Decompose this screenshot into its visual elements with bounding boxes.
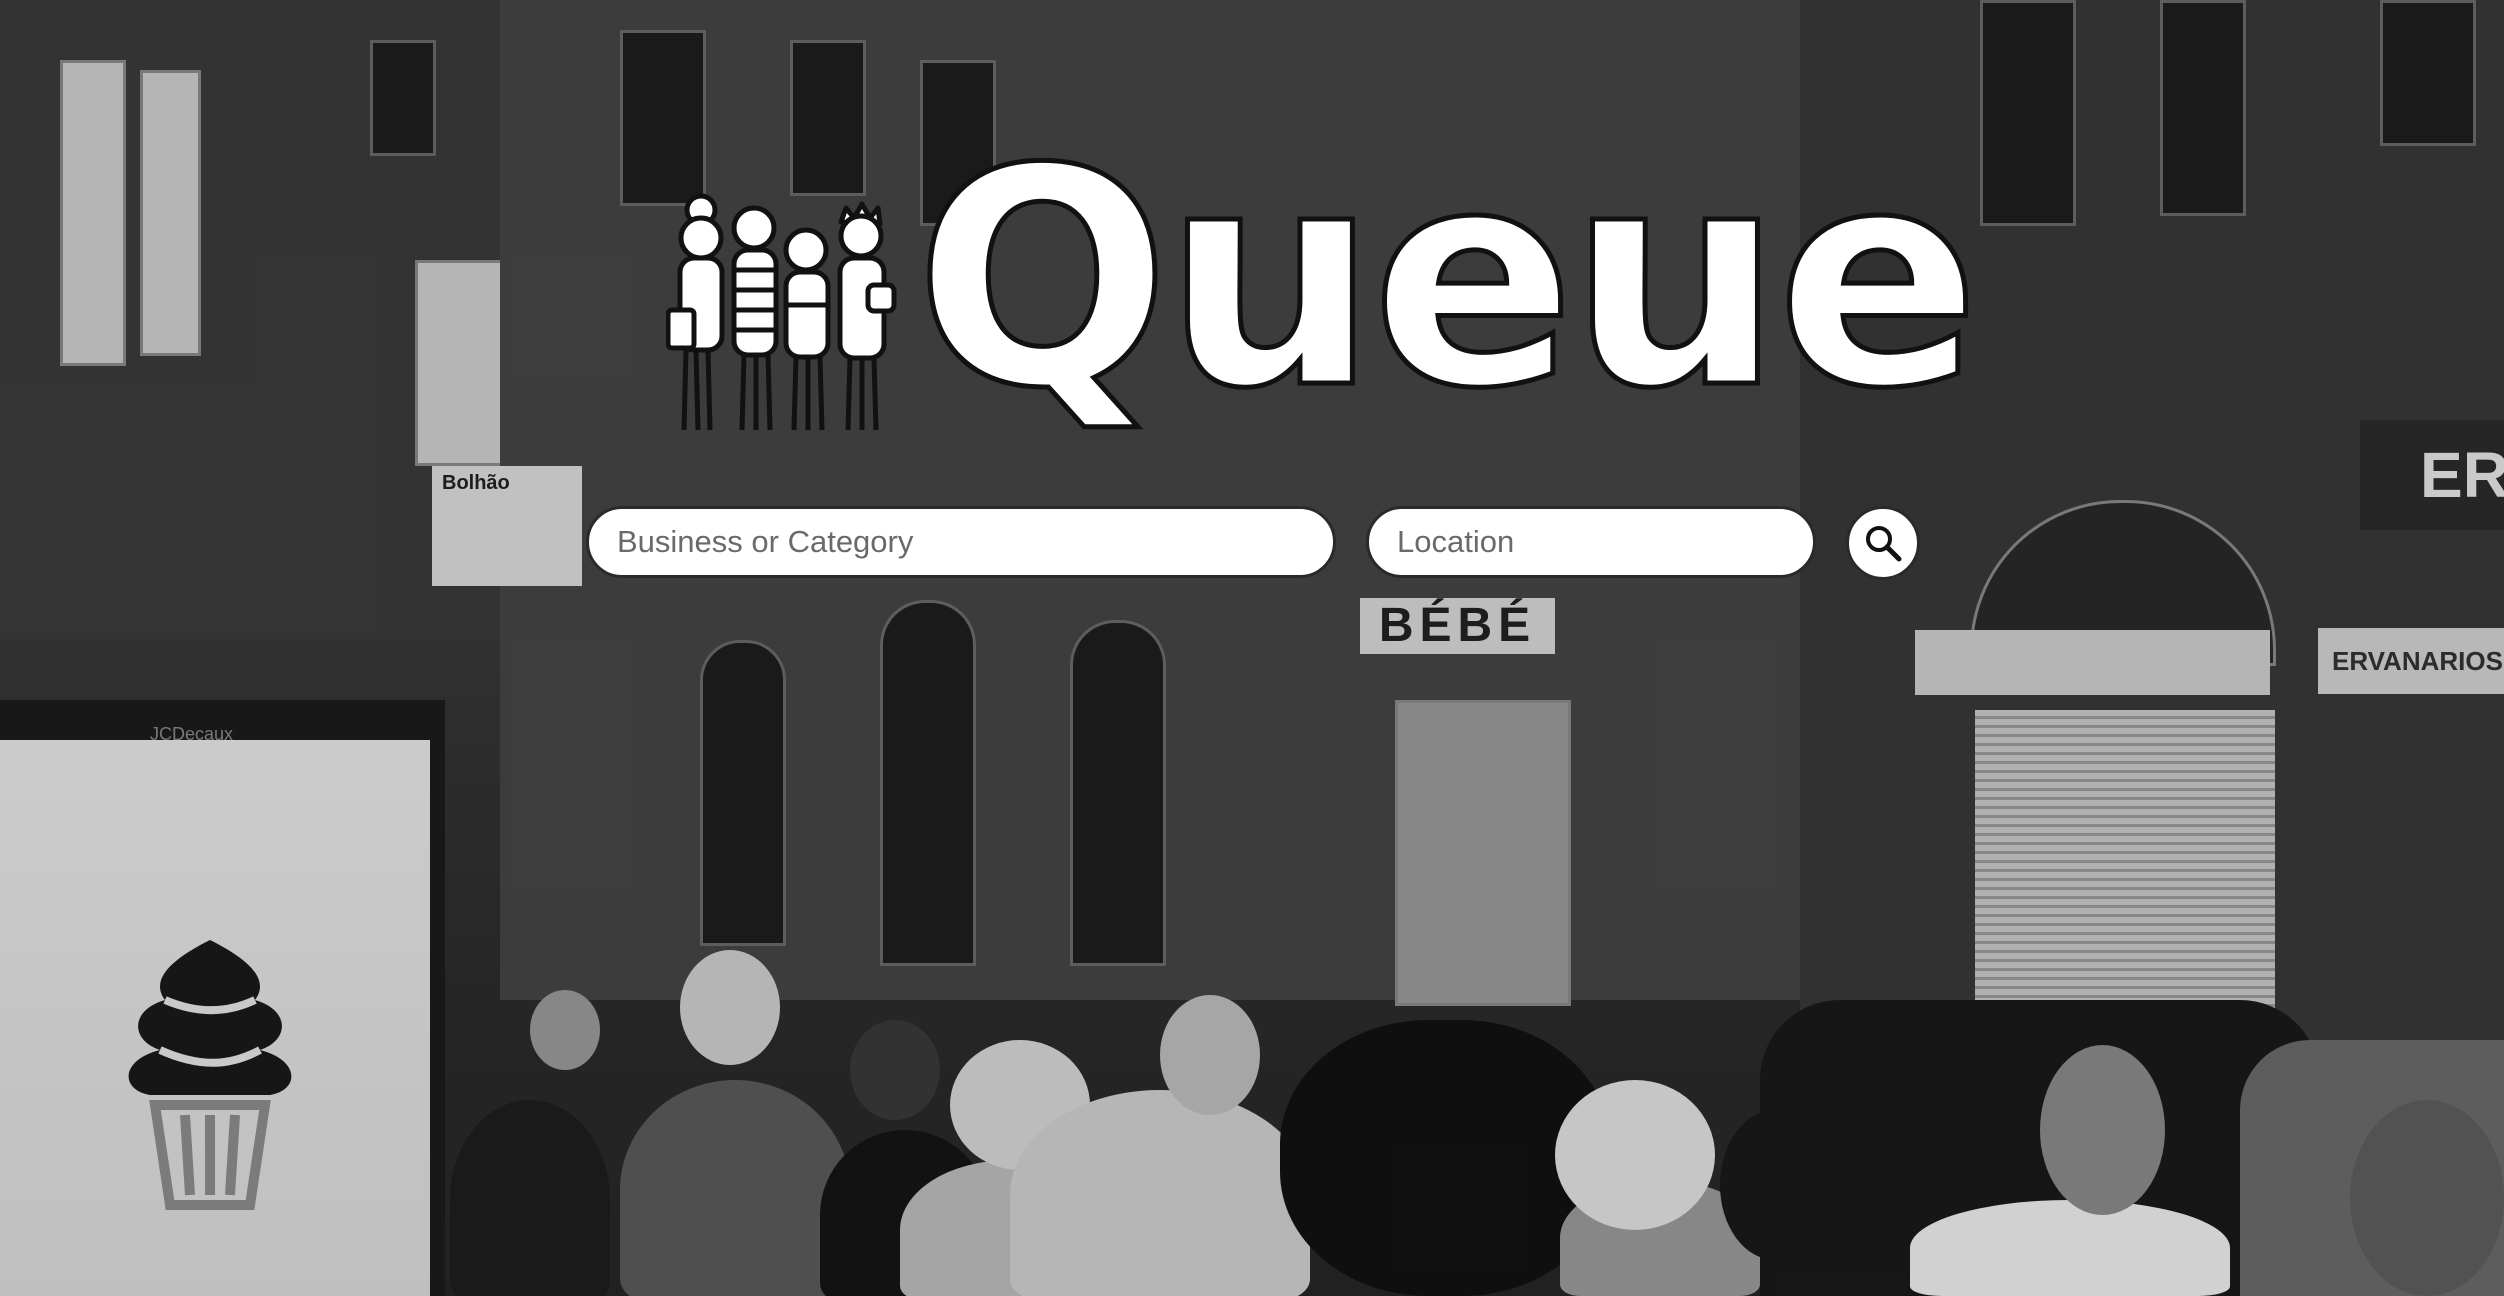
queue-people-icon [666,193,897,431]
location-input[interactable] [1366,506,1816,578]
business-category-input[interactable] [586,506,1336,578]
brand-name: Queue [912,105,1982,454]
search-icon [1866,526,1902,562]
search-button[interactable] [1846,506,1920,580]
